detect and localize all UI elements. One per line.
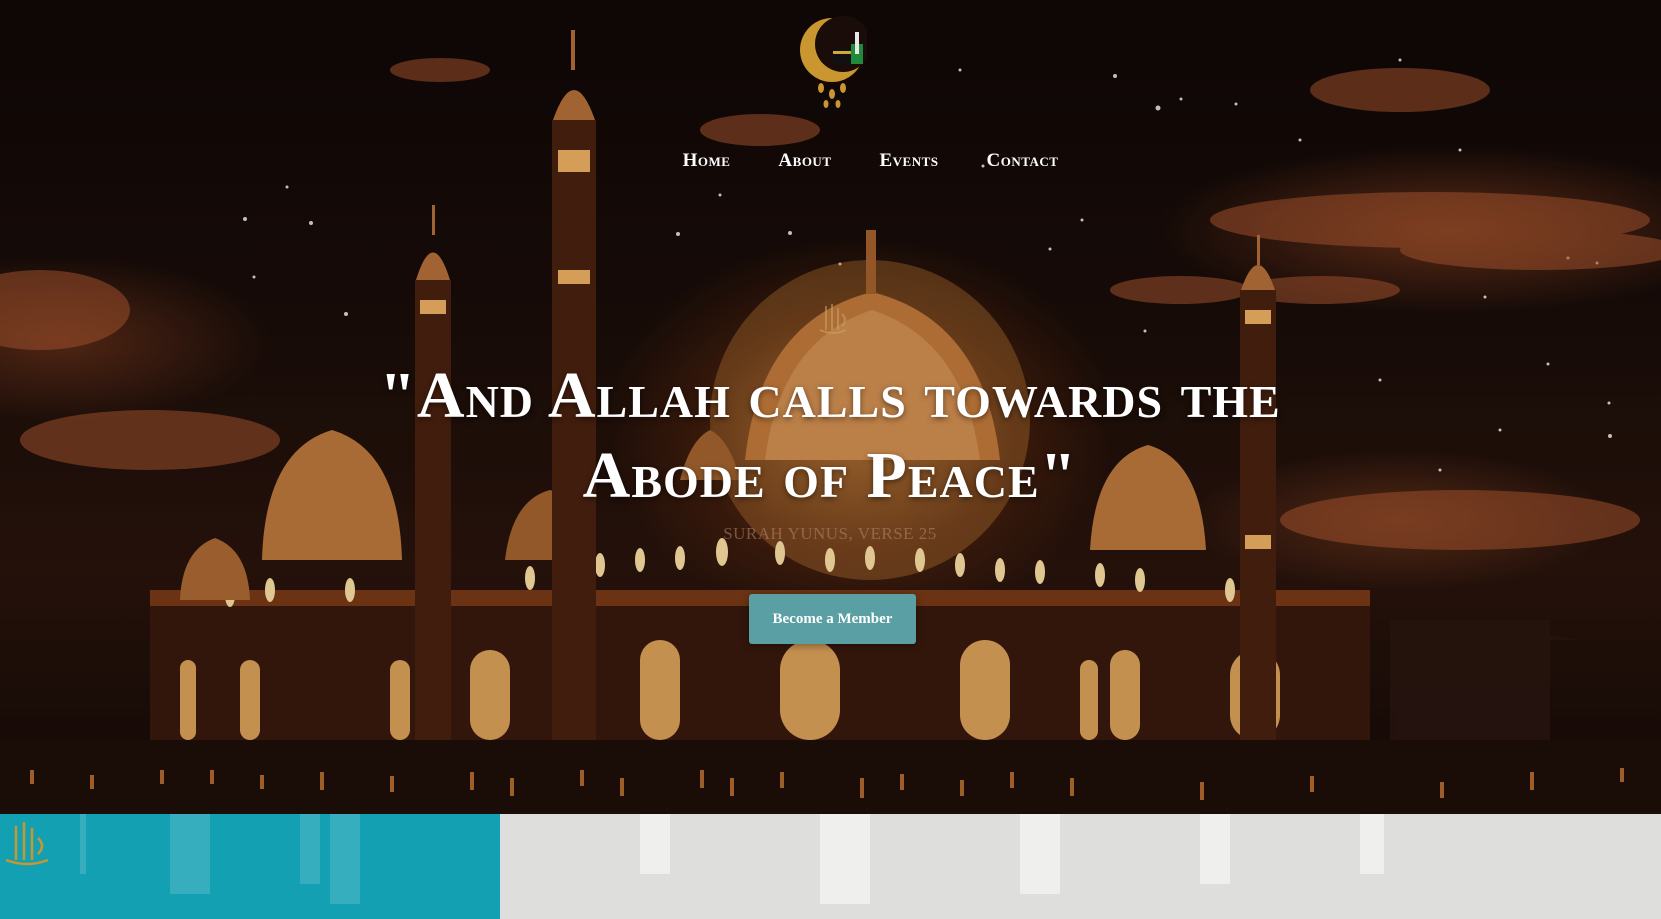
allah-calligraphy-icon bbox=[819, 304, 847, 334]
crescent-kaaba-logo-icon bbox=[800, 16, 871, 108]
verse-reference: SURAH YUNUS, VERSE 25 bbox=[723, 524, 937, 543]
nav-about[interactable]: About bbox=[778, 150, 831, 172]
teal-section bbox=[0, 814, 500, 919]
become-member-button[interactable]: Become a Member bbox=[749, 594, 916, 644]
nav-contact[interactable]: Contact bbox=[987, 150, 1059, 172]
nav-events[interactable]: Events bbox=[880, 150, 939, 172]
headline-line-2: Abode of Peace" bbox=[582, 439, 1078, 512]
hero-headline: "And Allah calls towards the Abode of Pe… bbox=[230, 356, 1430, 516]
allah-calligraphy-icon bbox=[5, 822, 49, 866]
hero-section: Home About Events Contact "And Allah cal… bbox=[0, 0, 1661, 814]
teal-section-background bbox=[80, 814, 360, 904]
site-logo[interactable] bbox=[797, 14, 871, 112]
light-section bbox=[500, 814, 1661, 919]
main-nav: Home About Events Contact bbox=[0, 150, 1661, 172]
nav-home[interactable]: Home bbox=[683, 150, 731, 172]
headline-line-1: "And Allah calls towards the bbox=[379, 359, 1281, 432]
light-section-background bbox=[640, 814, 1384, 904]
page: Home About Events Contact "And Allah cal… bbox=[0, 0, 1661, 919]
